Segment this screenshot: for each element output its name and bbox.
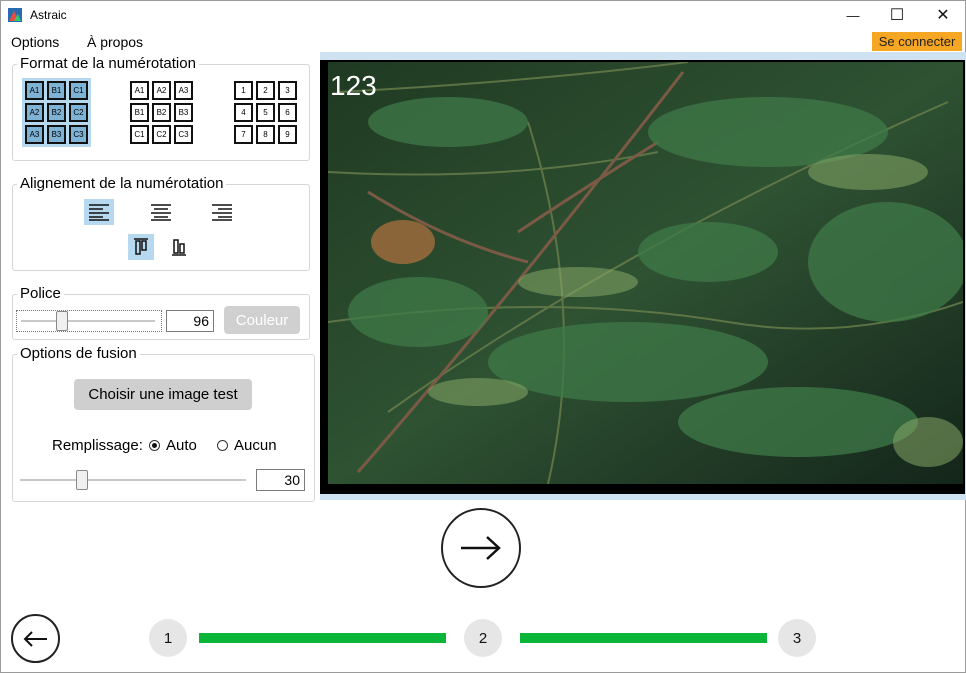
format-cell: A2 [25, 103, 44, 122]
format-cell: C3 [174, 125, 193, 144]
fill-auto-radio-dot [149, 440, 160, 451]
format-cell: C1 [130, 125, 149, 144]
format-option-letters-rows[interactable]: A1 B1 C1 A2 B2 C2 A3 B3 C3 [22, 78, 91, 147]
format-cell: A2 [152, 81, 171, 100]
fusion-value-input[interactable]: 30 [256, 469, 305, 491]
format-cell: B1 [47, 81, 66, 100]
fill-none-radio[interactable]: Aucun [217, 437, 277, 454]
step-2: 2 [464, 619, 502, 657]
format-cell: B3 [47, 125, 66, 144]
back-button[interactable] [11, 614, 60, 663]
arrow-right-icon [461, 536, 501, 560]
format-cell: 3 [278, 81, 297, 100]
fill-none-radio-dot [217, 440, 228, 451]
align-left-icon [89, 204, 109, 221]
format-cell: 9 [278, 125, 297, 144]
align-center-button[interactable] [146, 199, 176, 225]
menu-bar [0, 31, 966, 53]
format-cell: 2 [256, 81, 275, 100]
format-cell: B2 [152, 103, 171, 122]
font-size-slider-thumb[interactable] [56, 311, 68, 331]
format-option-numbers[interactable]: 123 456 789 [231, 78, 300, 147]
fusion-slider[interactable] [20, 470, 246, 490]
format-cell: B3 [174, 103, 193, 122]
format-cell: A3 [25, 125, 44, 144]
format-cell: C1 [69, 81, 88, 100]
fill-auto-label: Auto [166, 437, 197, 454]
format-group-title: Format de la numérotation [17, 55, 199, 72]
color-button[interactable]: Couleur [224, 306, 300, 334]
format-cell: A1 [130, 81, 149, 100]
font-group-title: Police [17, 285, 64, 302]
format-cell: B1 [130, 103, 149, 122]
align-bottom-icon [172, 239, 186, 256]
maximize-button[interactable]: ☐ [874, 0, 920, 30]
progress-bar-2 [520, 633, 767, 643]
format-cell: B2 [47, 103, 66, 122]
fusion-slider-thumb[interactable] [76, 470, 88, 490]
menu-about[interactable]: À propos [87, 34, 143, 50]
fill-auto-radio[interactable]: Auto [149, 437, 197, 454]
menu-options[interactable]: Options [11, 34, 59, 50]
font-size-slider[interactable] [16, 310, 162, 332]
close-button[interactable]: ✕ [920, 0, 966, 30]
align-right-button[interactable] [207, 199, 237, 225]
format-option-letters-columns[interactable]: A1 A2 A3 B1 B2 B3 C1 C2 C3 [127, 78, 196, 147]
preview-number-overlay: 123 [330, 70, 377, 101]
arrow-left-icon [23, 630, 47, 647]
app-logo-icon [8, 8, 22, 22]
format-cell: C3 [69, 125, 88, 144]
maximize-icon: ☐ [889, 7, 905, 24]
format-cell: 5 [256, 103, 275, 122]
step-1: 1 [149, 619, 187, 657]
alignment-group-title: Alignement de la numérotation [17, 175, 227, 192]
minimize-icon: — [846, 7, 860, 23]
format-cell: A3 [174, 81, 193, 100]
format-cell: 8 [256, 125, 275, 144]
format-cell: 1 [234, 81, 253, 100]
preview-image: 123 [328, 62, 963, 484]
fusion-slider-track [20, 479, 246, 481]
fill-none-label: Aucun [234, 437, 277, 454]
align-top-icon [134, 238, 148, 255]
align-right-icon [212, 204, 232, 221]
alignment-group [12, 184, 310, 271]
format-cell: 4 [234, 103, 253, 122]
format-cell: C2 [152, 125, 171, 144]
step-3: 3 [778, 619, 816, 657]
format-cell: A1 [25, 81, 44, 100]
align-center-icon [151, 204, 171, 221]
minimize-button[interactable]: — [830, 0, 876, 30]
progress-bar-1 [199, 633, 446, 643]
close-icon: ✕ [936, 7, 950, 24]
format-cell: 6 [278, 103, 297, 122]
fill-label: Remplissage: [52, 437, 143, 454]
font-size-slider-track [21, 320, 155, 322]
font-size-input[interactable]: 96 [166, 310, 214, 332]
align-left-button[interactable] [84, 199, 114, 225]
format-cell: 7 [234, 125, 253, 144]
next-button[interactable] [441, 508, 521, 588]
align-top-button[interactable] [128, 234, 154, 260]
title-bar: Astraic — ☐ ✕ [0, 0, 966, 30]
align-bottom-button[interactable] [166, 234, 192, 260]
fusion-group-title: Options de fusion [17, 345, 140, 362]
choose-test-image-button[interactable]: Choisir une image test [74, 379, 252, 410]
login-button[interactable]: Se connecter [872, 32, 962, 51]
format-cell: C2 [69, 103, 88, 122]
window-title: Astraic [30, 8, 67, 22]
